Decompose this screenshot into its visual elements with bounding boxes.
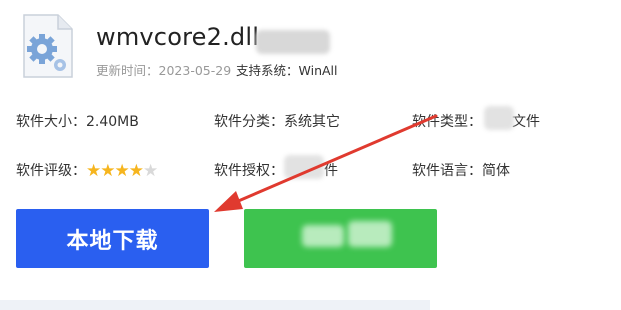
supported-system: 支持系统：WinAll xyxy=(236,60,338,79)
alternate-download-button[interactable] xyxy=(244,209,437,268)
type-label: 软件类型： xyxy=(412,114,482,130)
blurred-type-value xyxy=(484,106,514,130)
update-time-value: 2023-05-29 xyxy=(158,63,232,78)
size-value: 2.40MB xyxy=(86,114,139,130)
bottom-divider xyxy=(0,300,430,310)
supported-system-label: 支持系统： xyxy=(236,63,299,78)
software-size: 软件大小：2.40MB xyxy=(16,111,139,131)
star-icon: ★ xyxy=(143,161,159,181)
star-icon: ★ xyxy=(100,161,116,181)
blurred-license-value xyxy=(284,155,324,179)
update-time-label: 更新时间： xyxy=(96,63,159,78)
category-value: 系统其它 xyxy=(284,114,340,130)
star-icon: ★ xyxy=(86,161,102,181)
type-suffix: 文件 xyxy=(512,114,540,130)
category-label: 软件分类： xyxy=(214,114,284,130)
rating-label: 软件评级： xyxy=(16,163,86,179)
license-label: 软件授权： xyxy=(214,163,284,179)
software-type: 软件类型： 文件 xyxy=(412,111,540,131)
license-suffix: 件 xyxy=(324,163,338,179)
star-icon: ★ xyxy=(114,161,130,181)
size-label: 软件大小： xyxy=(16,114,86,130)
software-category: 软件分类：系统其它 xyxy=(214,111,340,131)
blurred-button-label-2 xyxy=(348,221,392,247)
update-time: 更新时间：2023-05-29 xyxy=(96,60,231,79)
software-language: 软件语言：简体 xyxy=(412,160,510,180)
gear-icon xyxy=(27,34,57,64)
software-rating: 软件评级：★★★★★ xyxy=(16,160,159,181)
local-download-button[interactable]: 本地下载 xyxy=(16,209,209,268)
language-value: 简体 xyxy=(482,163,510,179)
file-icon xyxy=(22,13,74,79)
language-label: 软件语言： xyxy=(412,163,482,179)
rating-stars: ★★★★★ xyxy=(86,161,159,181)
star-icon: ★ xyxy=(128,161,144,181)
page-title: wmvcore2.dll xyxy=(96,23,260,51)
blurred-button-label xyxy=(302,225,344,247)
supported-system-value: WinAll xyxy=(298,63,338,78)
blurred-title-suffix xyxy=(256,30,330,54)
